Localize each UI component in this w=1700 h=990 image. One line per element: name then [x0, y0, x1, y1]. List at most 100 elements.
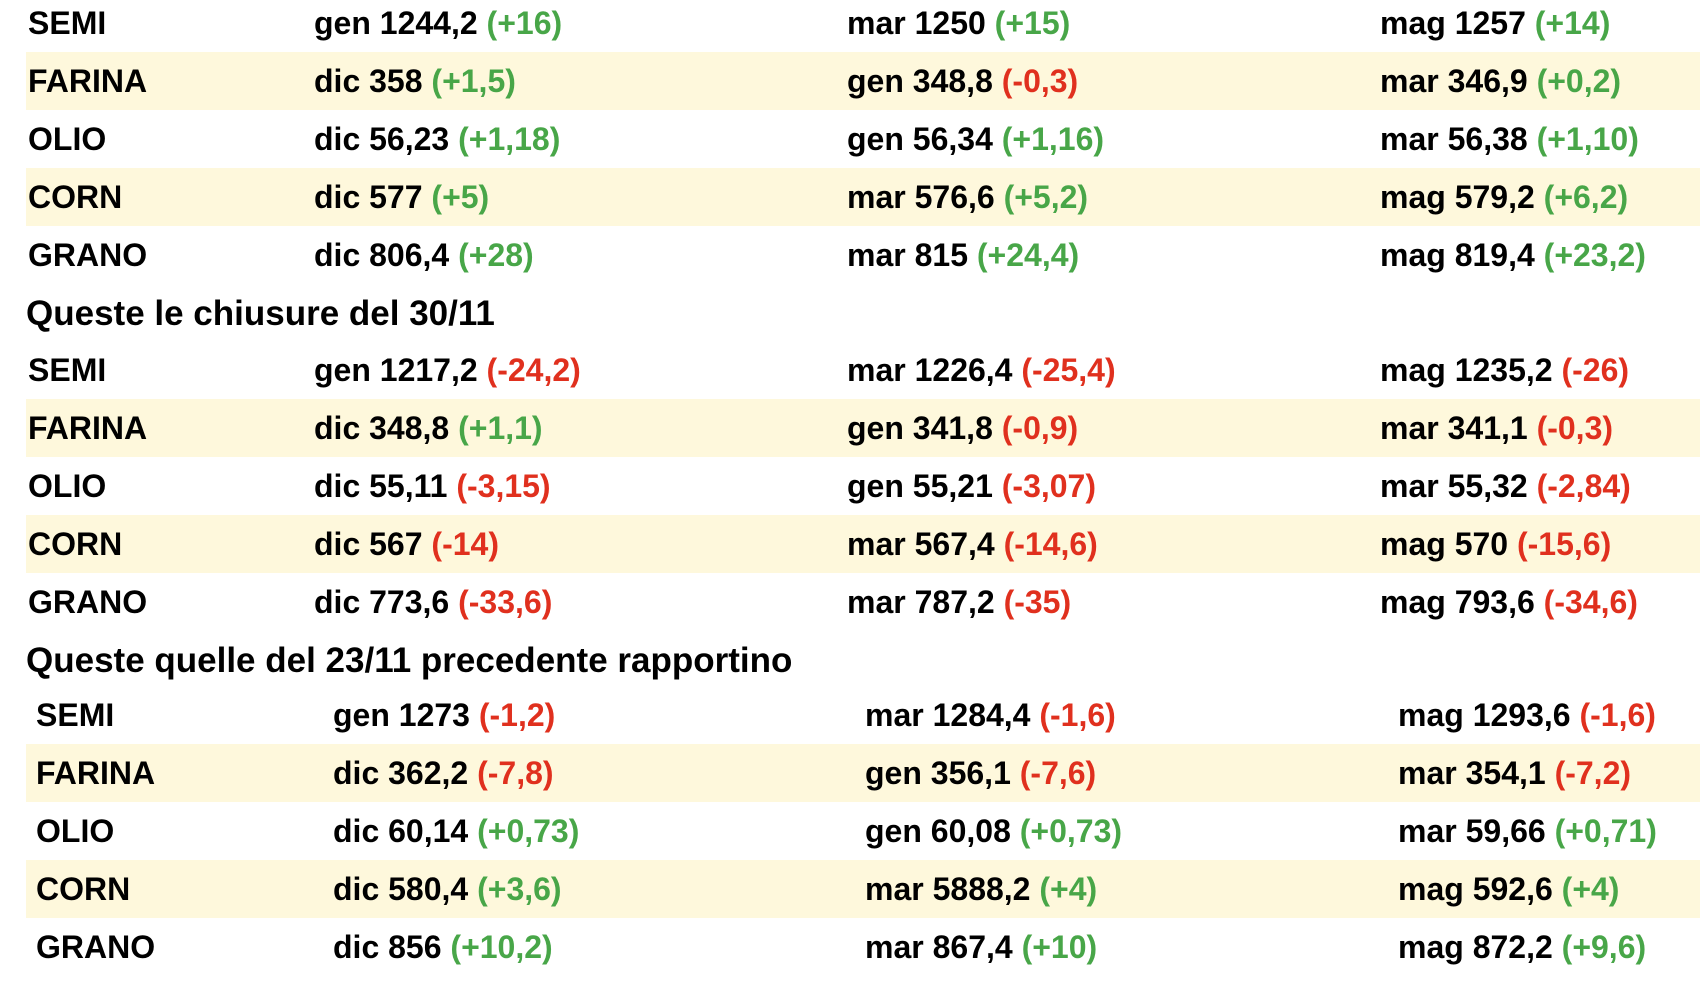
- commodity-name: CORN: [36, 871, 131, 907]
- commodity-name: SEMI: [36, 697, 115, 733]
- quote-value: gen 60,08: [865, 813, 1011, 849]
- quote-value: dic 580,4: [333, 871, 469, 907]
- table-row-grano: GRANO dic 773,6 (-33,6) mar 787,2 (-35) …: [26, 573, 1700, 631]
- quote-cell: mag 1257 (+14): [1380, 0, 1610, 52]
- section-heading-30-11: Queste le chiusure del 30/11: [26, 294, 495, 333]
- quote-change: (+1,1): [458, 410, 543, 446]
- quote-cell: mag 819,4 (+23,2): [1380, 226, 1646, 284]
- quote-cell: mag 570 (-15,6): [1380, 515, 1611, 573]
- quote-change: (-34,6): [1543, 584, 1638, 620]
- quote-value: mag 793,6: [1380, 584, 1535, 620]
- quote-value: mag 1293,6: [1398, 697, 1571, 733]
- quote-cell: dic 567 (-14): [314, 515, 499, 573]
- quote-cell: mar 5888,2 (+4): [865, 860, 1097, 918]
- quote-value: mar 1284,4: [865, 697, 1031, 733]
- quote-change: (+0,2): [1536, 63, 1622, 99]
- commodity-name: GRANO: [36, 929, 156, 965]
- quote-value: dic 577: [314, 179, 423, 215]
- quote-change: (-7,2): [1554, 755, 1632, 791]
- commodity-name: GRANO: [28, 237, 148, 273]
- quote-value: mar 1250: [847, 5, 986, 41]
- quote-cell: dic 806,4 (+28): [314, 226, 534, 284]
- quote-cell: mar 55,32 (-2,84): [1380, 457, 1631, 515]
- commodity-name: CORN: [28, 179, 123, 215]
- quote-cell: mar 354,1 (-7,2): [1398, 744, 1631, 802]
- quote-value: mag 872,2: [1398, 929, 1553, 965]
- quote-cell: mar 56,38 (+1,10): [1380, 110, 1639, 168]
- quote-cell: dic 577 (+5): [314, 168, 489, 226]
- quote-cell: mar 341,1 (-0,3): [1380, 399, 1613, 457]
- quote-change: (+10,2): [450, 929, 553, 965]
- quote-cell: dic 56,23 (+1,18): [314, 110, 560, 168]
- quote-cell: gen 56,34 (+1,16): [847, 110, 1104, 168]
- section-1-table: SEMI gen 1244,2 (+16) mar 1250 (+15) mag…: [26, 0, 1700, 284]
- quote-change: (-26): [1561, 352, 1630, 388]
- quote-value: dic 55,11: [314, 468, 448, 504]
- quote-change: (+0,73): [1019, 813, 1123, 849]
- quote-cell: mar 1284,4 (-1,6): [865, 686, 1116, 744]
- quote-change: (-0,3): [1001, 63, 1079, 99]
- commodity-name: FARINA: [28, 410, 148, 446]
- quote-value: mar 1226,4: [847, 352, 1013, 388]
- quote-change: (-7,8): [477, 755, 554, 791]
- quote-change: (-0,3): [1536, 410, 1614, 446]
- quote-value: mag 819,4: [1380, 237, 1535, 273]
- quote-cell: dic 348,8 (+1,1): [314, 399, 543, 457]
- quote-value: dic 806,4: [314, 237, 450, 273]
- table-row-farina: FARINA dic 348,8 (+1,1) gen 341,8 (-0,9)…: [26, 399, 1700, 457]
- quote-cell: dic 55,11 (-3,15): [314, 457, 551, 515]
- table-row-farina: FARINA dic 362,2 (-7,8) gen 356,1 (-7,6)…: [26, 744, 1700, 802]
- quote-value: mar 354,1: [1398, 755, 1546, 791]
- quote-value: gen 1217,2: [314, 352, 478, 388]
- quote-value: mar 346,9: [1380, 63, 1528, 99]
- quote-change: (-14,6): [1003, 526, 1098, 562]
- quote-value: gen 1273: [333, 697, 470, 733]
- quote-cell: dic 362,2 (-7,8): [333, 744, 554, 802]
- quote-change: (+16): [486, 5, 563, 41]
- table-row-farina: FARINA dic 358 (+1,5) gen 348,8 (-0,3) m…: [26, 52, 1700, 110]
- quote-value: dic 56,23: [314, 121, 450, 157]
- table-row-olio: OLIO dic 55,11 (-3,15) gen 55,21 (-3,07)…: [26, 457, 1700, 515]
- quote-change: (+1,16): [1001, 121, 1105, 157]
- quote-cell: mar 346,9 (+0,2): [1380, 52, 1621, 110]
- quote-change: (-1,6): [1039, 697, 1116, 733]
- quote-cell: mag 579,2 (+6,2): [1380, 168, 1628, 226]
- section-3-table: SEMI gen 1273 (-1,2) mar 1284,4 (-1,6) m…: [26, 686, 1700, 976]
- table-row-grano: GRANO dic 856 (+10,2) mar 867,4 (+10) ma…: [26, 918, 1700, 976]
- quote-value: mag 579,2: [1380, 179, 1535, 215]
- quote-value: mar 341,1: [1380, 410, 1528, 446]
- commodity-name: OLIO: [28, 468, 107, 504]
- quote-change: (+4): [1561, 871, 1620, 907]
- quote-change: (+28): [458, 237, 534, 273]
- quote-cell: gen 1244,2 (+16): [314, 0, 562, 52]
- quote-change: (-25,4): [1021, 352, 1116, 388]
- section-heading-23-11: Queste quelle del 23/11 precedente rappo…: [26, 641, 793, 680]
- table-row-semi: SEMI gen 1217,2 (-24,2) mar 1226,4 (-25,…: [26, 341, 1700, 399]
- quote-value: mag 1257: [1380, 5, 1526, 41]
- quote-change: (-15,6): [1516, 526, 1612, 562]
- table-row-olio: OLIO dic 60,14 (+0,73) gen 60,08 (+0,73)…: [26, 802, 1700, 860]
- table-row-corn: CORN dic 577 (+5) mar 576,6 (+5,2) mag 5…: [26, 168, 1700, 226]
- quote-change: (-0,9): [1001, 410, 1079, 446]
- table-row-corn: CORN dic 567 (-14) mar 567,4 (-14,6) mag…: [26, 515, 1700, 573]
- quote-change: (+15): [994, 5, 1071, 41]
- quote-cell: gen 60,08 (+0,73): [865, 802, 1122, 860]
- quote-cell: mar 867,4 (+10): [865, 918, 1097, 976]
- quote-change: (+5): [431, 179, 490, 215]
- quote-value: gen 1244,2: [314, 5, 478, 41]
- quote-cell: mar 815 (+24,4): [847, 226, 1079, 284]
- quote-cell: mar 1250 (+15): [847, 0, 1070, 52]
- quote-change: (+23,2): [1543, 237, 1646, 273]
- quote-change: (-7,6): [1019, 755, 1097, 791]
- quote-value: gen 55,21: [847, 468, 993, 504]
- quote-value: mar 787,2: [847, 584, 995, 620]
- quote-change: (+24,4): [976, 237, 1080, 273]
- commodity-name: OLIO: [28, 121, 107, 157]
- quote-cell: dic 358 (+1,5): [314, 52, 516, 110]
- quote-change: (-14): [431, 526, 499, 562]
- quote-change: (-1,2): [478, 697, 556, 733]
- quote-cell: mag 793,6 (-34,6): [1380, 573, 1638, 631]
- commodity-name: CORN: [28, 526, 123, 562]
- quote-change: (+0,73): [477, 813, 580, 849]
- quote-cell: dic 856 (+10,2): [333, 918, 553, 976]
